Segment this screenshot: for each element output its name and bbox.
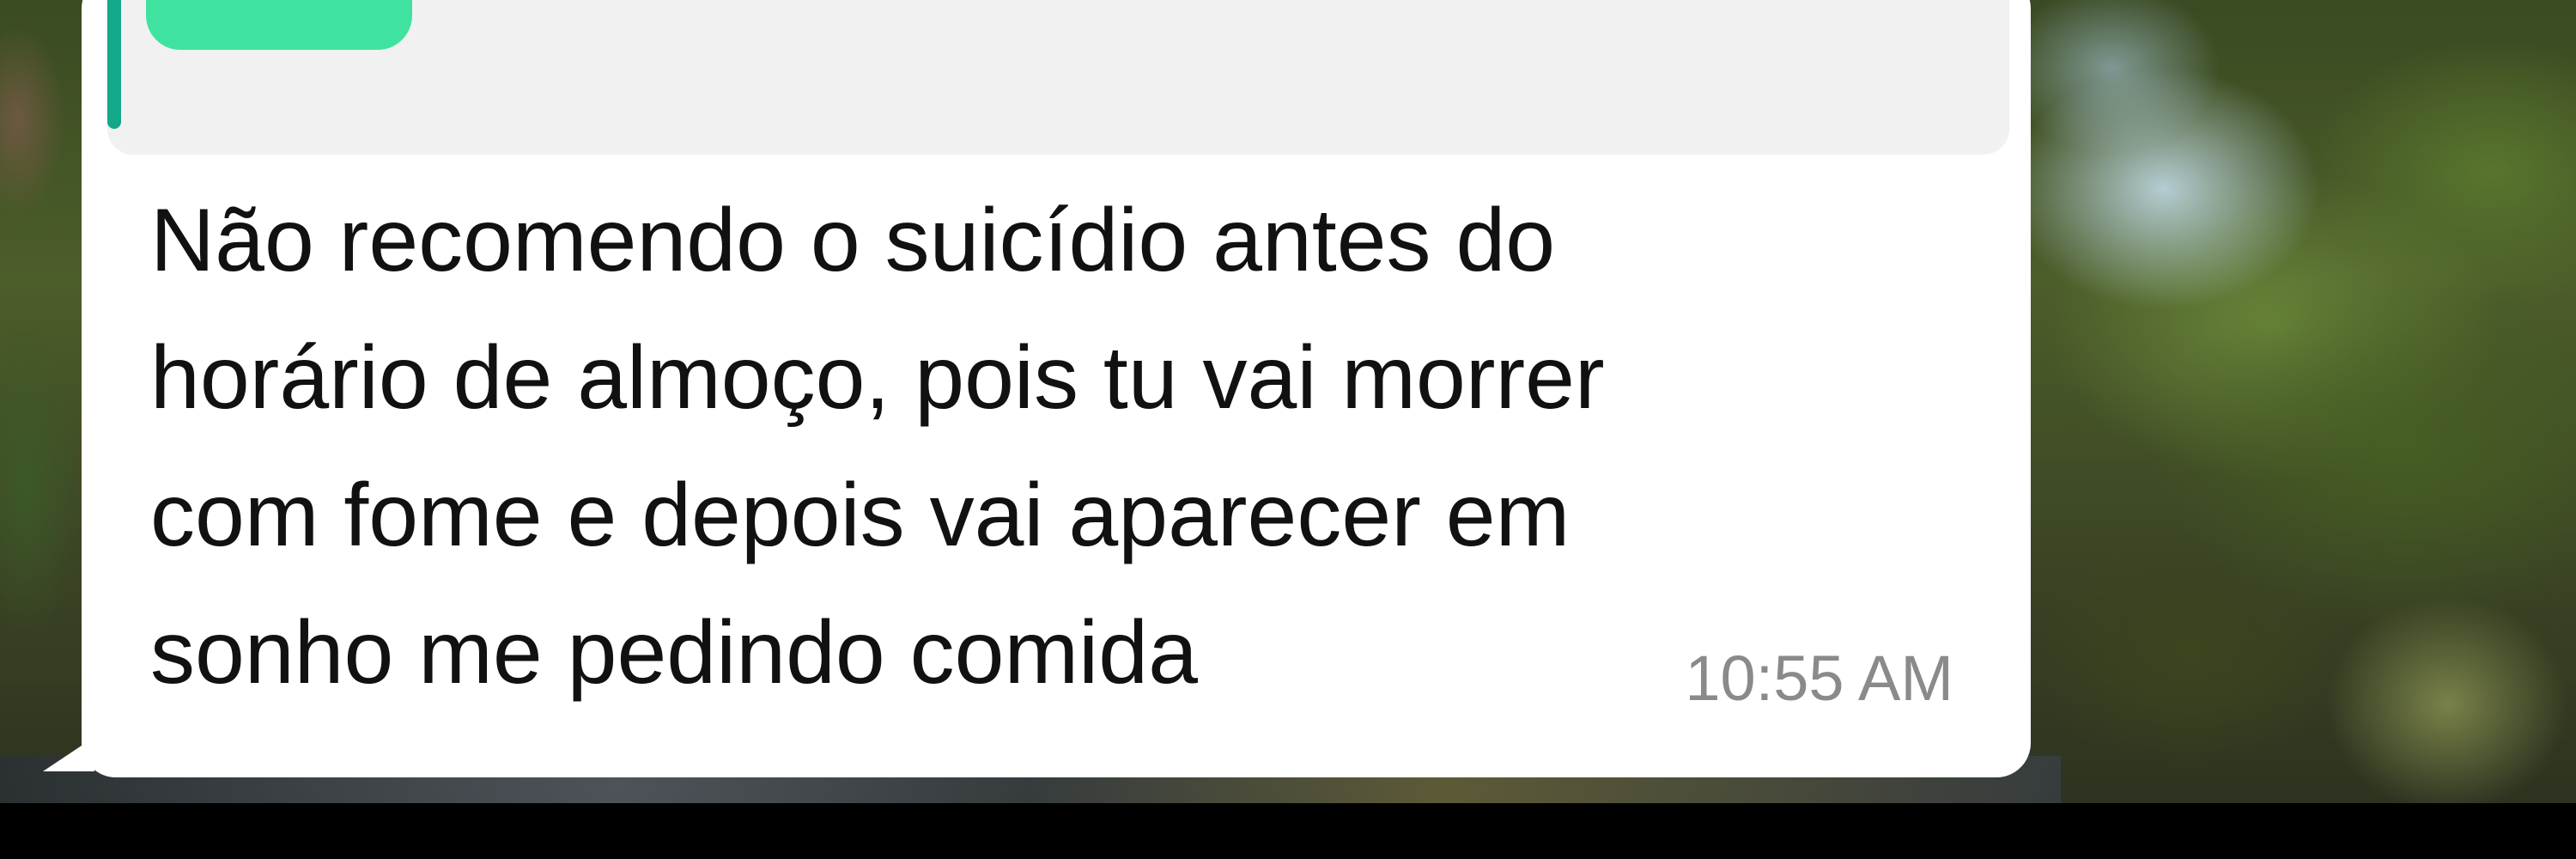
message-text: Não recomendo o suicídio antes do horári… <box>150 191 1605 703</box>
bottom-bar <box>0 803 2576 859</box>
quote-sender-redaction <box>146 0 412 50</box>
message-timestamp: 10:55 AM <box>1685 643 1953 714</box>
incoming-message-bubble[interactable]: Não recomendo o suicídio antes do horári… <box>82 0 2031 777</box>
quoted-reply-preview[interactable] <box>107 0 2009 155</box>
quote-accent-bar <box>107 0 121 129</box>
chat-screen: Não recomendo o suicídio antes do horári… <box>0 0 2576 859</box>
